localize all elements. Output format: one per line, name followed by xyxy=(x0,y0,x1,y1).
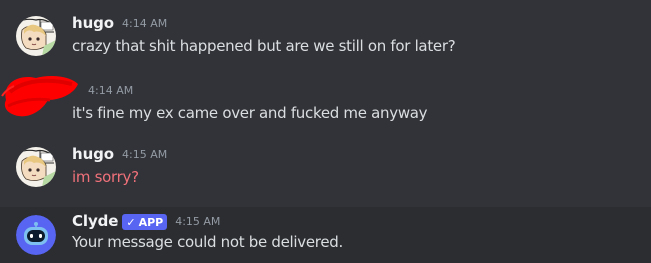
message-timestamp[interactable]: 4:15 AM xyxy=(122,148,167,161)
app-badge: ✓ APP xyxy=(122,214,168,230)
username[interactable]: hugo xyxy=(72,14,114,32)
message-item: hugo 4:15 AM im sorry? xyxy=(0,138,651,207)
checkmark-icon: ✓ xyxy=(126,215,136,229)
message-timestamp[interactable]: 4:14 AM xyxy=(88,84,133,97)
failed-message-content: im sorry? xyxy=(72,168,139,186)
username[interactable]: hugo xyxy=(72,145,114,163)
username[interactable]: Clyde xyxy=(72,212,118,230)
message-timestamp[interactable]: 4:15 AM xyxy=(175,215,220,228)
message-timestamp[interactable]: 4:14 AM xyxy=(122,17,167,30)
message-item: 4:14 AM it's fine my ex came over and fu… xyxy=(0,70,651,138)
redacted-scribble-icon xyxy=(1,76,79,117)
anime-character-avatar-icon[interactable] xyxy=(16,16,56,56)
message-content: Your message could not be delivered. xyxy=(72,233,343,251)
message-content: it's fine my ex came over and fucked me … xyxy=(72,104,428,122)
app-badge-label: APP xyxy=(138,215,164,229)
message-content: crazy that shit happened but are we stil… xyxy=(72,37,456,55)
clyde-system-message: Clyde ✓ APP 4:15 AM Your message could n… xyxy=(0,207,651,263)
message-item: hugo 4:14 AM crazy that shit happened bu… xyxy=(0,0,651,70)
clyde-bot-avatar-icon[interactable] xyxy=(16,215,56,255)
chat-message-list: hugo 4:14 AM crazy that shit happened bu… xyxy=(0,0,651,263)
anime-character-avatar-icon[interactable] xyxy=(16,147,56,187)
